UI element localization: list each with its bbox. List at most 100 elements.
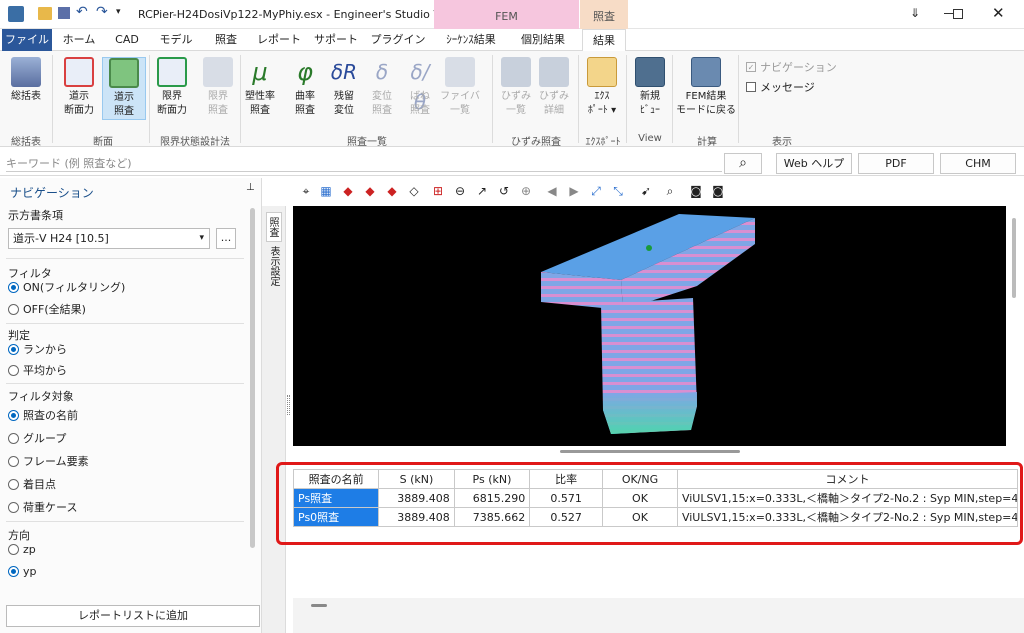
target-focus-point-radio[interactable]: 着目点 xyxy=(8,476,56,492)
fiber-icon xyxy=(445,57,475,87)
center-icon[interactable]: ⊕ xyxy=(518,183,534,199)
filter-on-radio[interactable]: ON(フィルタリング) xyxy=(8,279,125,295)
spring-check-button[interactable]: δ/θ ばね 照査 xyxy=(398,57,442,118)
ribbon-divider xyxy=(492,55,493,143)
add-to-report-list-button[interactable]: レポートリストに追加 xyxy=(6,605,260,627)
target-frame-element-radio[interactable]: フレーム要素 xyxy=(8,453,89,469)
group-label: 表示 xyxy=(772,137,792,148)
quick-access-dropdown-icon[interactable]: ▾ xyxy=(116,7,121,17)
delta-theta-icon: δ/θ xyxy=(410,60,430,114)
check-icon xyxy=(109,58,139,88)
export-button[interactable]: ｴｸｽ ﾎﾟｰﾄ ▾ xyxy=(580,57,624,118)
right-scrollbar[interactable] xyxy=(1012,218,1016,298)
pointer-icon[interactable]: ➹ xyxy=(638,183,654,199)
app-icon xyxy=(8,6,24,22)
target-group-radio[interactable]: グループ xyxy=(8,430,66,446)
spec-check-button[interactable]: 道示 照査 xyxy=(102,57,146,120)
tab-report[interactable]: レポート xyxy=(254,29,304,51)
maximize-icon[interactable] xyxy=(953,9,963,19)
spec-more-button[interactable]: ... xyxy=(216,228,236,249)
undo-icon[interactable]: ↶ xyxy=(76,4,88,20)
open-icon[interactable] xyxy=(38,7,52,20)
direction-yp-radio[interactable]: yp xyxy=(8,565,37,578)
judge-run-radio[interactable]: ランから xyxy=(8,341,67,357)
new-view-icon xyxy=(635,57,665,87)
summary-table-icon xyxy=(11,57,41,87)
tab-model[interactable]: モデル xyxy=(154,29,198,51)
new-view-button[interactable]: 新規 ﾋﾞｭｰ xyxy=(628,57,672,118)
3d-view[interactable] xyxy=(293,206,1006,446)
horizontal-scrollbar[interactable] xyxy=(311,604,327,607)
tab-file[interactable]: ファイル xyxy=(2,29,52,51)
limit-section-force-button[interactable]: 限界 断面力 xyxy=(150,57,194,118)
nav-scrollbar[interactable] xyxy=(250,208,255,548)
limit-check-icon xyxy=(203,57,233,87)
vtab-check[interactable]: 照査 xyxy=(266,212,282,242)
web-help-button[interactable]: Web ヘルプ xyxy=(776,153,852,174)
navigation-checkbox[interactable]: ✓ ナビゲーション xyxy=(746,59,837,75)
save-icon[interactable] xyxy=(58,7,70,19)
ribbon-divider xyxy=(52,55,53,143)
judge-average-radio[interactable]: 平均から xyxy=(8,362,67,378)
view-front-icon[interactable]: ◆ xyxy=(362,183,378,199)
pin-icon[interactable]: ⊥ xyxy=(246,182,255,193)
rotate-icon[interactable]: ↺ xyxy=(496,183,512,199)
group-label: 計算 xyxy=(697,137,717,148)
checkbox-checked-icon: ✓ xyxy=(746,62,756,72)
select-box-icon[interactable]: ▦ xyxy=(318,183,334,199)
divider xyxy=(6,258,244,259)
spec-section-force-button[interactable]: 道示 断面力 xyxy=(57,57,101,118)
view-wire-icon[interactable]: ◇ xyxy=(406,183,422,199)
target-load-case-radio[interactable]: 荷重ケース xyxy=(8,499,77,515)
view-scrollbar[interactable] xyxy=(560,450,740,453)
curvature-check-button[interactable]: φ 曲率 照査 xyxy=(283,57,327,118)
tab-result[interactable]: 結果 xyxy=(582,29,626,52)
target-check-name-radio[interactable]: 照査の名前 xyxy=(8,407,78,423)
inspect-icon[interactable]: ⌕ xyxy=(662,183,678,199)
back-icon[interactable]: ◀ xyxy=(544,183,560,199)
chm-button[interactable]: CHM xyxy=(940,153,1016,174)
tab-home[interactable]: ホーム xyxy=(58,29,100,51)
summary-table-button[interactable]: 総括表 xyxy=(4,57,48,104)
forward-icon[interactable]: ▶ xyxy=(566,183,582,199)
splitter-handle[interactable] xyxy=(287,395,290,415)
zoom-window-icon[interactable]: ⊞ xyxy=(430,183,446,199)
camera-settings-icon[interactable]: ◙ xyxy=(710,183,726,199)
message-checkbox[interactable]: メッセージ xyxy=(746,79,815,95)
camera-icon[interactable]: ◙ xyxy=(688,183,704,199)
group-label: ｴｸｽﾎﾟｰﾄ xyxy=(585,137,621,148)
pan-icon[interactable]: ↗ xyxy=(474,183,490,199)
search-input[interactable]: キーワード (例 照査など) xyxy=(6,155,722,172)
context-tab-check: 照査 xyxy=(580,0,628,29)
tab-plugin[interactable]: プラグイン xyxy=(368,29,428,51)
search-button[interactable]: ⌕ xyxy=(724,153,762,174)
direction-zp-radio[interactable]: zp xyxy=(8,543,36,556)
spec-select[interactable]: 道示-V H24 [10.5] ▾ xyxy=(8,228,210,249)
view-side-icon[interactable]: ◆ xyxy=(384,183,400,199)
vtab-display-settings[interactable]: 表示設定 xyxy=(266,242,282,290)
back-to-fem-button[interactable]: FEM結果 モードに戻る xyxy=(676,57,736,118)
ribbon: 総括表 道示 断面力 道示 照査 限界 断面力 限界 照査 μ 塑性率 照査 φ… xyxy=(0,51,1024,148)
strain-detail-button[interactable]: ひずみ 詳細 xyxy=(532,57,576,118)
pdf-button[interactable]: PDF xyxy=(858,153,934,174)
zoom-fit-icon[interactable]: ⤢ xyxy=(588,183,604,199)
limit-check-button[interactable]: 限界 照査 xyxy=(196,57,240,118)
filter-off-radio[interactable]: OFF(全結果) xyxy=(8,301,86,317)
zoom-out-icon[interactable]: ⊖ xyxy=(452,183,468,199)
tab-individual-result[interactable]: 個別結果 xyxy=(512,29,574,51)
spec-label: 示方書条項 xyxy=(8,209,63,222)
close-icon[interactable]: ✕ xyxy=(992,4,1005,22)
tab-sequence-result[interactable]: ｼｰｹﾝｽ結果 xyxy=(438,29,504,51)
fiber-list-button[interactable]: ファイバ 一覧 xyxy=(438,57,482,118)
view-iso-icon[interactable]: ◆ xyxy=(340,183,356,199)
ribbon-collapse-icon[interactable]: ⇓ xyxy=(910,6,920,20)
fit-icon[interactable]: ⌖ xyxy=(298,183,314,199)
redo-icon[interactable]: ↷ xyxy=(96,4,108,20)
tab-check[interactable]: 照査 xyxy=(206,29,246,51)
navigation-panel: ナビゲーション ⊥ 示方書条項 道示-V H24 [10.5] ▾ ... フィ… xyxy=(0,178,262,633)
tab-support[interactable]: サポート xyxy=(312,29,360,51)
tab-cad[interactable]: CAD xyxy=(108,29,146,51)
zoom-selection-icon[interactable]: ⤡ xyxy=(610,183,626,199)
ribbon-divider xyxy=(626,55,627,143)
ductility-check-button[interactable]: μ 塑性率 照査 xyxy=(238,57,282,118)
